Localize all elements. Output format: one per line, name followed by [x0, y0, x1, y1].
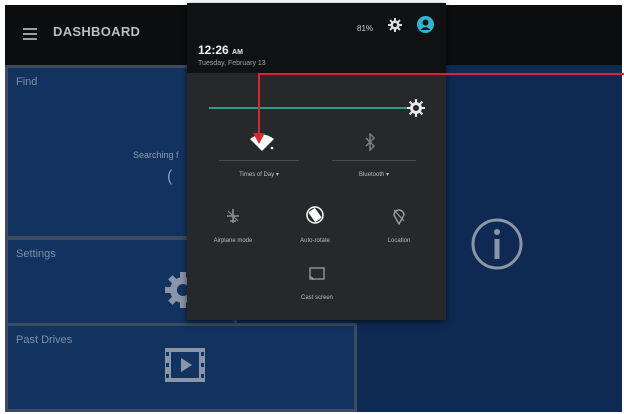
notification-shade: 81% 12:26 AM Tuesday, February 13 Times … — [187, 3, 446, 320]
wifi-label[interactable]: Times of Day ▾ — [219, 171, 299, 178]
clock-date: Tuesday, February 13 — [198, 60, 266, 67]
clock-time: 12:26 AM — [198, 43, 243, 57]
bluetooth-divider — [332, 160, 416, 161]
film-icon — [165, 348, 205, 382]
settings-tile-title: Settings — [16, 248, 56, 260]
time-value: 12:26 — [198, 43, 229, 57]
cast-label[interactable]: Cast screen — [287, 295, 347, 301]
user-avatar-icon[interactable] — [417, 16, 434, 33]
rotate-icon[interactable] — [305, 205, 325, 225]
info-icon[interactable] — [470, 217, 524, 271]
rotate-label[interactable]: Auto-rotate — [285, 238, 345, 244]
time-ampm: AM — [232, 49, 243, 56]
wifi-icon[interactable] — [249, 134, 275, 152]
settings-gear-icon[interactable] — [388, 18, 402, 32]
screenshot-frame: DASHBOARD Find Searching f ( Settings Pa… — [0, 0, 624, 414]
find-tile-title: Find — [16, 76, 38, 88]
brightness-icon[interactable] — [407, 99, 426, 117]
menu-icon[interactable] — [23, 28, 37, 40]
person-icon — [420, 19, 431, 30]
cast-icon[interactable] — [309, 267, 325, 281]
airplane-label[interactable]: Airplane mode — [203, 238, 263, 244]
brightness-slider[interactable] — [209, 107, 425, 109]
bluetooth-icon[interactable] — [363, 133, 377, 151]
bluetooth-label[interactable]: Bluetooth ▾ — [332, 171, 416, 178]
app-title: DASHBOARD — [53, 24, 141, 39]
location-label[interactable]: Location — [369, 238, 429, 244]
searching-status: Searching f — [133, 150, 179, 160]
past-drives-tile[interactable]: Past Drives — [5, 323, 357, 412]
wifi-divider — [219, 160, 299, 161]
battery-indicator: 81% — [357, 24, 374, 33]
airplane-icon[interactable] — [225, 208, 241, 224]
loading-spinner: ( — [167, 168, 173, 185]
past-drives-tile-title: Past Drives — [16, 334, 73, 346]
shade-header: 81% 12:26 AM Tuesday, February 13 — [187, 3, 446, 73]
location-icon[interactable] — [392, 207, 406, 225]
